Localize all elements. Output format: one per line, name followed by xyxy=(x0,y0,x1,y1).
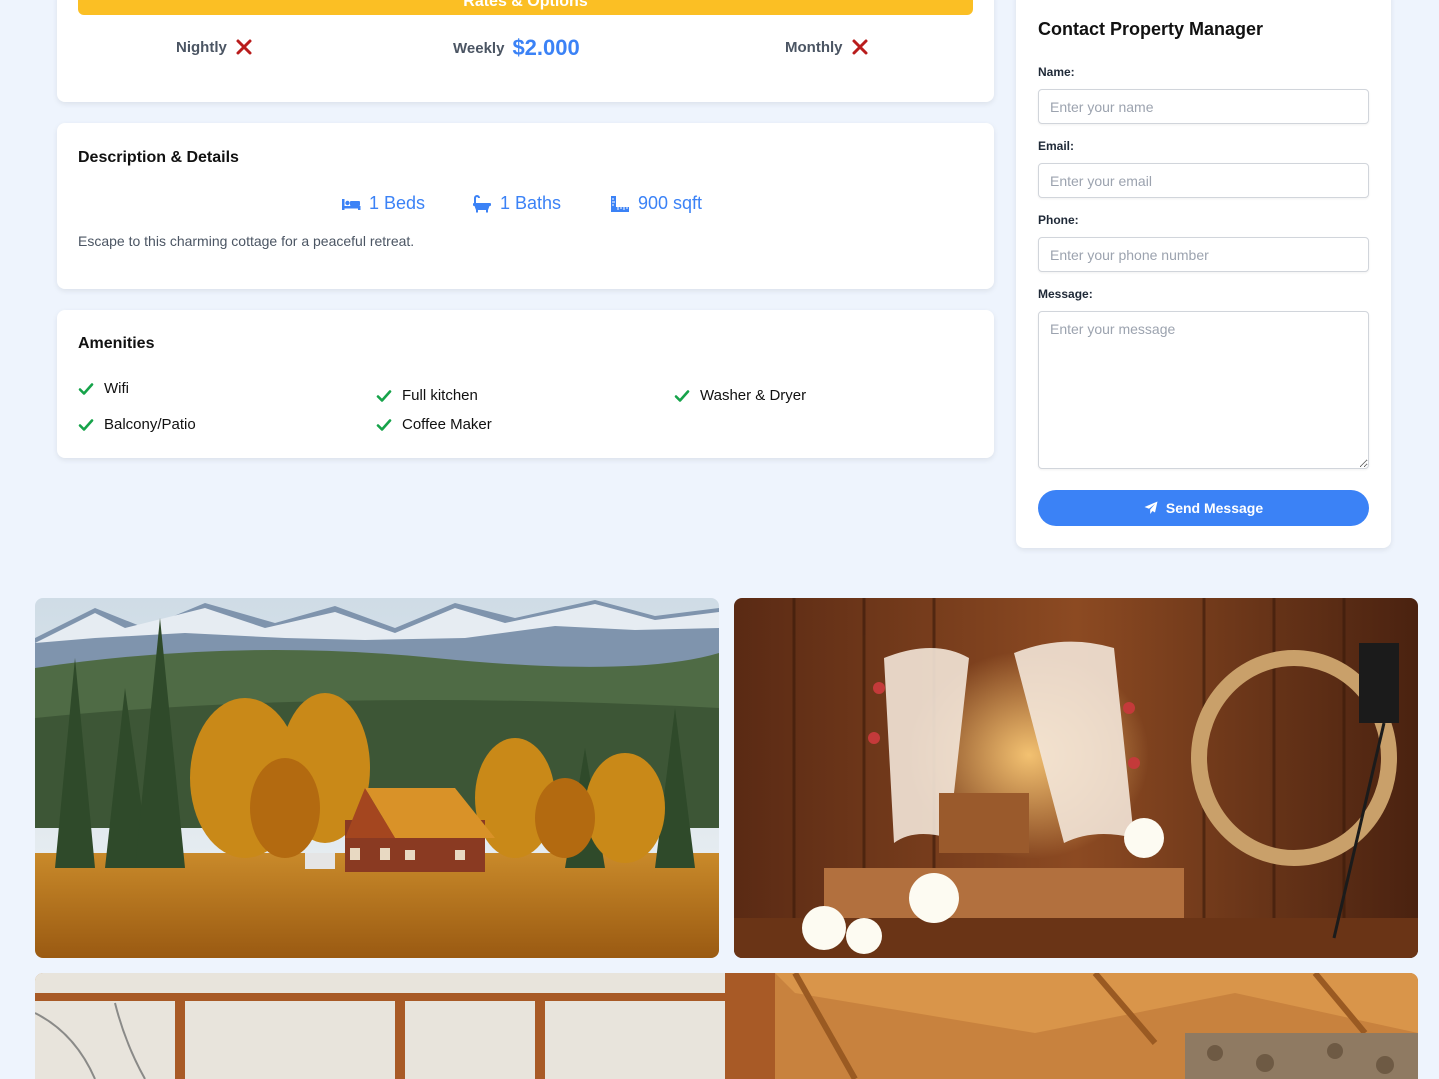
rates-options-bar: Rates & Options xyxy=(78,0,973,15)
beds-stat: 1 Beds xyxy=(341,193,425,214)
amenity-label: Balcony/Patio xyxy=(104,416,196,433)
amenity-item: Balcony/Patio xyxy=(78,416,196,433)
amenities-title: Amenities xyxy=(78,335,155,352)
rate-weekly: Weekly $2.000 xyxy=(453,35,580,61)
name-input[interactable] xyxy=(1038,89,1369,124)
monthly-label: Monthly xyxy=(785,38,843,56)
email-input[interactable] xyxy=(1038,163,1369,198)
check-icon xyxy=(78,382,94,395)
amenity-label: Wifi xyxy=(104,380,129,397)
beds-value: 1 Beds xyxy=(369,193,426,213)
rates-card: Rates & Options Nightly Weekly $2.000 Mo… xyxy=(57,0,994,102)
message-label: Message: xyxy=(1038,287,1093,301)
rate-nightly: Nightly xyxy=(176,38,253,56)
rate-monthly: Monthly xyxy=(785,38,869,56)
message-input[interactable] xyxy=(1038,311,1369,469)
nightly-label: Nightly xyxy=(176,38,227,56)
description-card: Description & Details 1 Beds 1 Baths 900… xyxy=(57,123,994,289)
description-text: Escape to this charming cottage for a pe… xyxy=(78,233,415,249)
check-icon xyxy=(376,389,392,402)
x-icon xyxy=(236,39,252,55)
interior-image xyxy=(35,973,1418,1079)
baths-stat: 1 Baths xyxy=(472,193,561,214)
amenity-item: Coffee Maker xyxy=(376,416,492,433)
weekly-value: $2.000 xyxy=(512,35,580,60)
send-message-button[interactable]: Send Message xyxy=(1038,490,1369,526)
phone-input[interactable] xyxy=(1038,237,1369,272)
check-icon xyxy=(78,418,94,431)
check-icon xyxy=(376,418,392,431)
amenity-label: Washer & Dryer xyxy=(700,387,807,404)
bath-icon xyxy=(473,194,491,212)
amenities-card: Amenities Wifi Full kitchen Washer & Dry… xyxy=(57,310,994,458)
weekly-label: Weekly xyxy=(453,39,505,57)
bed-icon xyxy=(342,198,361,210)
contact-card: Contact Property Manager Name: Email: Ph… xyxy=(1016,0,1391,548)
cabin-landscape-image xyxy=(35,598,719,958)
amenity-item: Washer & Dryer xyxy=(674,387,806,404)
rates-bar-label: Rates & Options xyxy=(463,0,588,10)
name-label: Name: xyxy=(1038,65,1075,79)
amenity-item: Full kitchen xyxy=(376,387,478,404)
amenity-label: Full kitchen xyxy=(402,387,478,404)
property-photo-barn[interactable] xyxy=(734,598,1418,958)
ruler-icon xyxy=(611,195,629,212)
check-icon xyxy=(674,389,690,402)
phone-label: Phone: xyxy=(1038,213,1079,227)
x-icon xyxy=(852,39,867,55)
description-title: Description & Details xyxy=(78,149,239,166)
barn-interior-image xyxy=(734,598,1418,958)
amenity-item: Wifi xyxy=(78,380,129,397)
amenity-label: Coffee Maker xyxy=(402,416,492,433)
email-label: Email: xyxy=(1038,139,1075,153)
property-photo-cabin[interactable] xyxy=(35,598,719,958)
send-message-label: Send Message xyxy=(1165,500,1264,516)
contact-title: Contact Property Manager xyxy=(1038,19,1264,39)
property-photo-interior[interactable] xyxy=(35,973,1418,1079)
baths-value: 1 Baths xyxy=(500,193,562,213)
sqft-stat: 900 sqft xyxy=(610,193,702,214)
paper-plane-icon xyxy=(1144,501,1158,514)
sqft-value: 900 sqft xyxy=(638,193,703,213)
